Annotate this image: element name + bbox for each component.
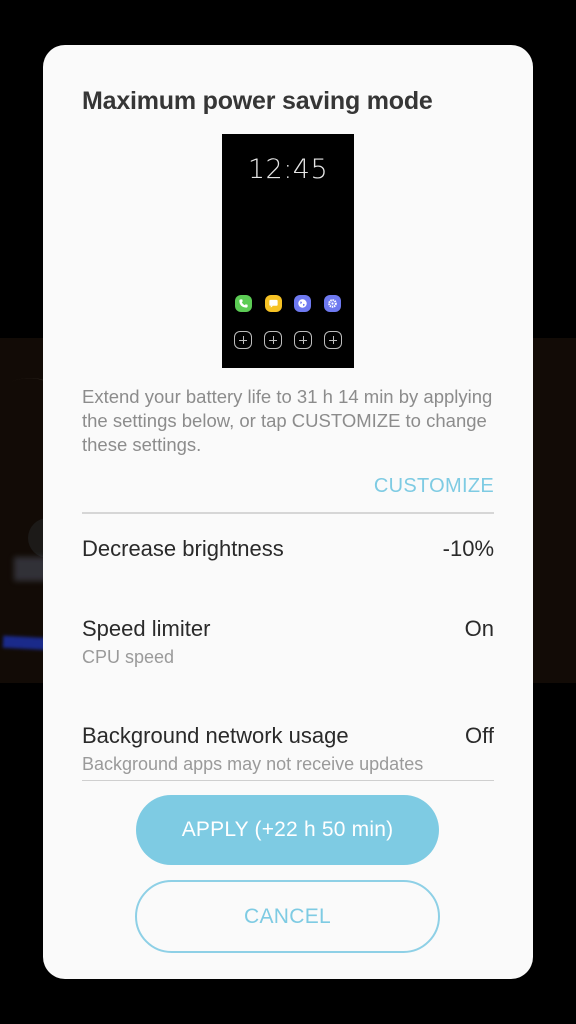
setting-label: Decrease brightness	[82, 536, 284, 561]
battery-description: Extend your battery life to 31 h 14 min …	[82, 386, 493, 455]
setting-row-brightness: Decrease brightness -10%	[82, 536, 494, 562]
customize-button[interactable]: CUSTOMIZE	[374, 475, 494, 498]
internet-icon	[294, 295, 312, 312]
add-app-icon	[294, 331, 312, 349]
settings-list[interactable]: Decrease brightness -10% Speed limiter O…	[82, 514, 494, 780]
preview-add-slots	[234, 331, 342, 349]
setting-row-speed-limiter: Speed limiter On CPU speed	[82, 616, 494, 668]
mode-preview-image: 12:45	[222, 134, 354, 368]
setting-value: On	[464, 616, 494, 641]
cancel-button[interactable]: CANCEL	[135, 880, 440, 953]
setting-value: Off	[465, 723, 494, 748]
apply-button[interactable]: APPLY (+22 h 50 min)	[136, 795, 439, 865]
settings-icon	[323, 295, 341, 312]
add-app-icon	[264, 331, 282, 349]
add-app-icon	[234, 331, 252, 349]
preview-clock: 12:45	[247, 154, 329, 185]
setting-value: -10%	[442, 536, 494, 561]
add-app-icon	[324, 331, 342, 349]
messages-icon	[264, 295, 282, 312]
phone-icon	[235, 295, 252, 312]
setting-label: Speed limiter	[82, 616, 211, 641]
dialog-title: Maximum power saving mode	[82, 87, 433, 115]
setting-subtitle: Background apps may not receive updates	[82, 754, 424, 774]
preview-app-row	[235, 295, 341, 312]
setting-label: Background network usage	[82, 723, 349, 748]
setting-subtitle: CPU speed	[82, 647, 175, 667]
setting-row-background-network: Background network usage Off Background …	[82, 723, 494, 775]
divider	[82, 780, 494, 781]
power-saving-dialog: Maximum power saving mode 12:45 Extend y…	[43, 45, 533, 979]
